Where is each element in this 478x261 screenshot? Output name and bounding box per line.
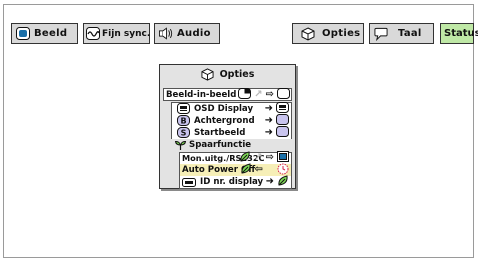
menu-item-achtergrond[interactable]: B Achtergrond ➜ <box>171 113 292 127</box>
menu-item-controls: ↗ ⇨ <box>238 87 290 102</box>
svg-text:B: B <box>180 117 186 126</box>
options-cube-icon <box>201 68 215 82</box>
menu-item-controls: ➜ <box>265 175 289 189</box>
menu-body: Beeld-in-beeld ↗ ⇨ OSD Display ➜ B Achte… <box>163 87 292 189</box>
menu-group-spaarfunctie[interactable]: Spaarfunctie <box>171 139 292 151</box>
menu-item-label: Beeld-in-beeld <box>166 89 237 100</box>
menu-item-startbeeld[interactable]: S Startbeeld ➜ <box>171 125 292 140</box>
pip-disabled-arrow-icon: ↗ <box>254 88 263 100</box>
right-arrow-icon: ⇨ <box>265 88 274 100</box>
startup-s-icon: S <box>176 127 190 139</box>
menu-item-label: Achtergrond <box>194 115 255 126</box>
menu-item-label: Startbeeld <box>194 127 246 138</box>
right-arrow-icon: ➜ <box>264 126 273 138</box>
menu-item-beeld-in-beeld[interactable]: Beeld-in-beeld ↗ ⇨ <box>163 87 292 102</box>
menu-item-mon-uitg-rs232c[interactable]: Mon.uitg./RS232C ↗ ⇨ <box>179 151 292 164</box>
submenu-box-icon <box>277 87 290 102</box>
menu-item-auto-power-off[interactable]: Auto Power Off ⇦ <box>179 163 292 177</box>
tab-beeld-label: Beeld <box>34 28 68 39</box>
svg-text:S: S <box>180 129 186 138</box>
submenu-box-icon <box>276 125 289 140</box>
tab-opties[interactable]: Opties <box>292 23 364 44</box>
left-arrow-icon: ⇦ <box>254 164 263 176</box>
menu-title-text: Opties <box>219 69 255 80</box>
disabled-arrow-icon: ↗ <box>254 152 263 164</box>
tab-taal[interactable]: Taal <box>369 23 434 44</box>
tab-fijn-sync[interactable]: Fijn sync. <box>83 23 150 44</box>
menu-title: Opties <box>160 65 295 84</box>
right-arrow-icon: ➜ <box>264 114 273 126</box>
tab-beeld[interactable]: Beeld <box>11 23 78 44</box>
right-arrow-icon: ➜ <box>265 176 274 188</box>
pip-icon <box>238 87 252 102</box>
tab-taal-label: Taal <box>398 28 422 39</box>
leaf-icon <box>240 163 252 177</box>
picture-icon <box>16 27 30 41</box>
tab-opties-label: Opties <box>322 28 361 39</box>
right-arrow-icon: ⇨ <box>265 152 274 164</box>
tab-audio-label: Audio <box>177 28 211 39</box>
tab-status[interactable]: Status <box>440 23 478 44</box>
speech-bubble-icon <box>374 27 388 41</box>
menu-item-label: Spaarfunctie <box>189 140 252 151</box>
menu-item-osd-display[interactable]: OSD Display ➜ <box>171 101 292 115</box>
tab-audio[interactable]: Audio <box>154 23 220 44</box>
options-cube-icon <box>301 26 315 41</box>
menu-item-controls: ➜ <box>264 125 289 140</box>
osd-icon <box>176 103 190 115</box>
menu-item-controls: ➜ <box>264 113 289 126</box>
menu-item-id-nr-display[interactable]: ID nr. display ➜ <box>179 175 292 189</box>
options-menu: Opties Beeld-in-beeld ↗ ⇨ OSD Display ➜ … <box>159 64 296 189</box>
right-arrow-icon: ➜ <box>264 102 273 114</box>
menu-item-label: OSD Display <box>194 103 254 114</box>
leaf-icon <box>277 175 289 189</box>
background-b-icon: B <box>176 115 190 127</box>
speaker-icon <box>159 27 173 41</box>
menu-item-label: ID nr. display <box>200 177 264 188</box>
tab-fijn-sync-label: Fijn sync. <box>102 28 151 39</box>
tab-status-label: Status <box>444 28 478 39</box>
id-display-icon <box>182 177 196 188</box>
fine-sync-icon <box>86 27 100 41</box>
energy-save-leaf-icon <box>173 140 187 151</box>
